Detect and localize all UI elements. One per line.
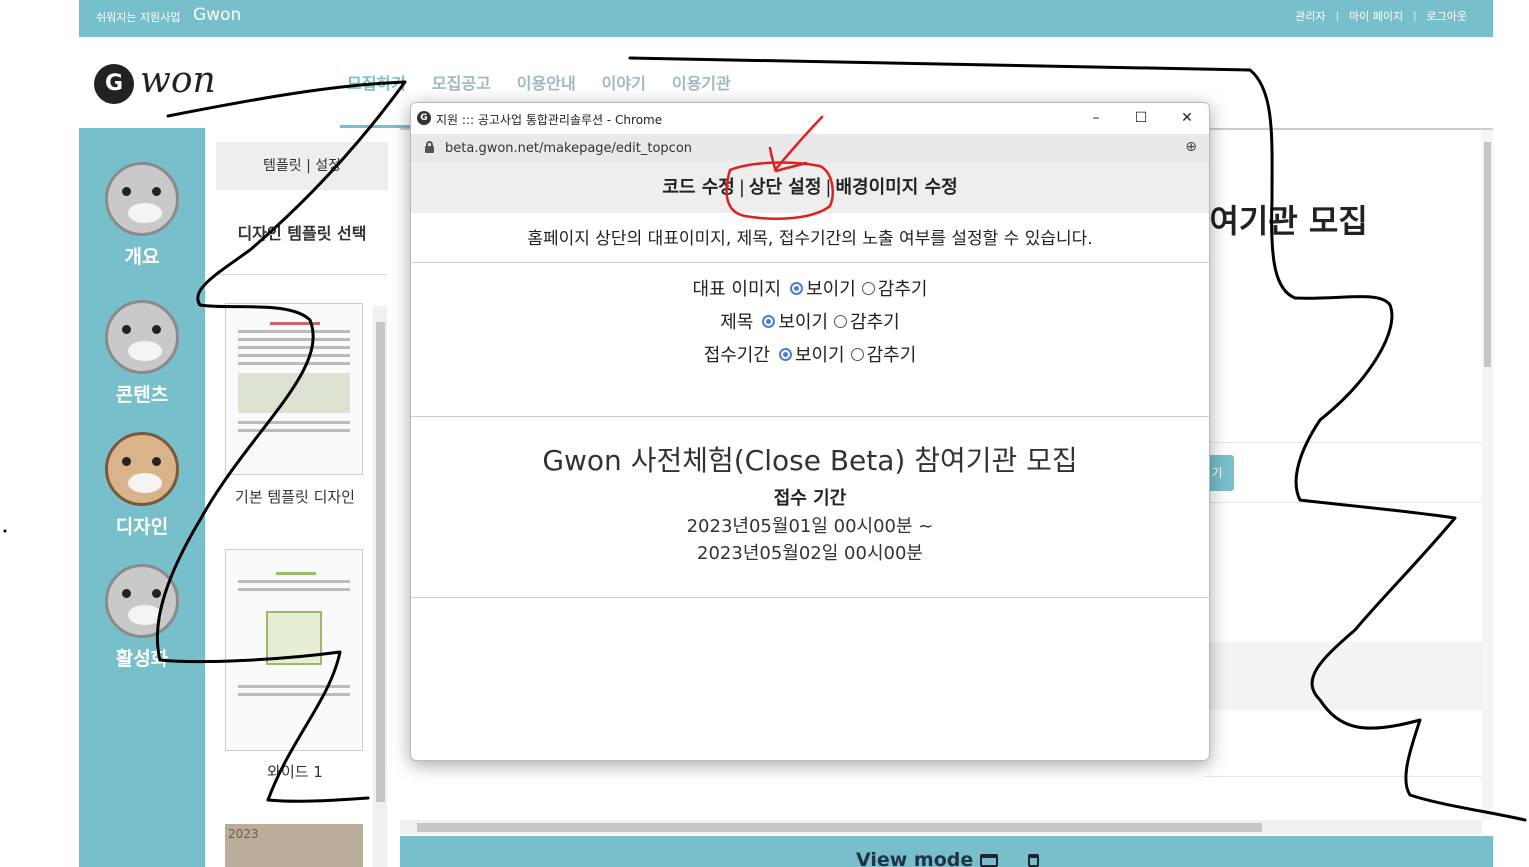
desktop-icon[interactable] (980, 854, 998, 867)
hide-radio[interactable] (834, 314, 848, 328)
tagline: 쉬워지는 지원사업 (96, 11, 181, 24)
divider (1205, 502, 1493, 503)
maximize-button[interactable]: ☐ (1130, 108, 1152, 128)
template-scrollbar[interactable] (373, 306, 387, 867)
otter-clipboard-icon (105, 300, 179, 374)
mobile-icon[interactable] (1028, 854, 1039, 867)
hide-label[interactable]: 감추기 (867, 345, 917, 366)
show-radio[interactable] (778, 347, 792, 361)
favicon-icon: G (417, 111, 431, 125)
account-links: 관리자 | 마이 페이지 | 로그아웃 (1295, 8, 1467, 24)
brand-name[interactable]: Gwon (193, 5, 241, 25)
show-label[interactable]: 보이기 (795, 345, 845, 366)
tab-separator: | (825, 177, 832, 198)
option-label: 접수기간 (703, 345, 770, 366)
content-band (1205, 642, 1493, 710)
minimize-button[interactable]: – (1085, 108, 1107, 128)
my-page-link[interactable]: 마이 페이지 (1349, 8, 1403, 24)
divider (411, 597, 1209, 598)
editor-sidebar: 개요 콘텐츠 디자인 활성화 (79, 128, 205, 867)
page-vertical-scrollbar[interactable] (1482, 130, 1493, 820)
hide-radio[interactable] (850, 347, 864, 361)
page-horizontal-scrollbar[interactable] (400, 820, 1482, 834)
hide-label[interactable]: 감추기 (878, 279, 928, 300)
sidebar-item-design[interactable]: 디자인 (79, 432, 205, 539)
top-utility-bar: 쉬워지는 지원사업 Gwon 관리자 | 마이 페이지 | 로그아웃 (79, 0, 1493, 37)
template-thumbnail-wide[interactable] (225, 549, 363, 751)
green-frame-preview (266, 611, 322, 665)
window-titlebar[interactable]: G 지원 ::: 공고사업 통합관리솔루션 - Chrome – ☐ ✕ (411, 103, 1209, 134)
divider (411, 416, 1209, 417)
address-bar[interactable]: beta.gwon.net/makepage/edit_topcon ⊕ (411, 134, 1209, 163)
preview-period-label: 접수 기간 (773, 488, 847, 509)
otter-artist-icon (105, 432, 179, 506)
link-separator: | (1413, 10, 1417, 22)
stray-dot (3, 529, 7, 533)
link-separator: | (1335, 10, 1340, 22)
window-title: 지원 ::: 공고사업 통합관리솔루션 - Chrome (436, 113, 663, 127)
preview-title: Gwon 사전체험(Close Beta) 참여기관 모집 (542, 444, 1078, 477)
divider (1205, 776, 1493, 777)
preview-period-end: 2023년05월02일 00시00분 (697, 543, 923, 564)
logout-link[interactable]: 로그아웃 (1427, 8, 1467, 24)
site-logo[interactable]: G won (94, 60, 254, 106)
popup-tabs: 코드 수정 | 상단 설정 | 배경이미지 수정 (411, 163, 1209, 213)
show-label[interactable]: 보이기 (778, 312, 828, 333)
option-label: 제목 (720, 312, 754, 333)
option-row-period: 접수기간 보이기 감추기 (411, 341, 1209, 367)
tab-background-image[interactable]: 배경이미지 수정 (836, 177, 958, 198)
sidebar-item-label: 디자인 (115, 516, 169, 538)
hide-label[interactable]: 감추기 (850, 312, 900, 333)
logo-wordmark: won (140, 60, 216, 101)
settings-description: 홈페이지 상단의 대표이미지, 제목, 접수기간의 노출 여부를 설정할 수 있… (411, 215, 1209, 263)
close-button[interactable]: ✕ (1176, 108, 1198, 128)
tab-separator: | (738, 177, 745, 198)
tab-top-settings[interactable]: 상단 설정 (749, 177, 822, 198)
preview-period-start: 2023년05월01일 00시00분 ~ (686, 516, 934, 537)
logo-g-icon: G (94, 64, 134, 104)
map-preview (238, 373, 350, 413)
option-label: 대표 이미지 (692, 279, 782, 300)
otter-icon (105, 564, 179, 638)
template-settings-tabs[interactable]: 템플릿 | 설정 (216, 142, 388, 190)
template-label: 기본 템플릿 디자인 (235, 488, 355, 506)
sidebar-item-label: 개요 (124, 246, 160, 268)
template-panel-title: 디자인 템플릿 선택 (237, 224, 367, 243)
admin-link[interactable]: 관리자 (1295, 8, 1325, 24)
template-thumbnail-banner[interactable]: 2023 (225, 824, 363, 867)
scrollbar-thumb[interactable] (417, 823, 1262, 832)
sidebar-item-overview[interactable]: 개요 (79, 162, 205, 269)
show-radio[interactable] (790, 281, 804, 295)
hide-radio[interactable] (861, 281, 875, 295)
sidebar-item-label: 활성화 (115, 648, 169, 670)
sidebar-item-activate[interactable]: 활성화 (79, 564, 205, 671)
show-radio[interactable] (762, 314, 776, 328)
sidebar-item-label: 콘텐츠 (115, 384, 169, 406)
otter-icon (105, 162, 179, 236)
show-label[interactable]: 보이기 (806, 279, 856, 300)
view-mode-label: View mode (856, 849, 974, 867)
option-row-title: 제목 보이기 감추기 (411, 308, 1209, 334)
template-label: 와이드 1 (267, 763, 323, 781)
scrollbar-thumb[interactable] (1484, 142, 1491, 367)
popup-window: G 지원 ::: 공고사업 통합관리솔루션 - Chrome – ☐ ✕ bet… (410, 102, 1210, 761)
option-row-main-image: 대표 이미지 보이기 감추기 (411, 275, 1209, 301)
view-mode-bar: View mode (400, 836, 1493, 867)
template-thumbnail-basic[interactable] (225, 303, 363, 475)
divider (1205, 442, 1493, 443)
tab-code-edit[interactable]: 코드 수정 (662, 177, 735, 198)
sidebar-item-contents[interactable]: 콘텐츠 (79, 300, 205, 407)
scrollbar-thumb[interactable] (376, 322, 385, 802)
zoom-icon[interactable]: ⊕ (1185, 139, 1197, 155)
divider (216, 274, 388, 275)
lock-icon (425, 141, 434, 153)
url-text[interactable]: beta.gwon.net/makepage/edit_topcon (445, 141, 692, 156)
template-panel: 템플릿 | 설정 디자인 템플릿 선택 기본 템플릿 디자인 와이드 1 202… (205, 128, 400, 867)
